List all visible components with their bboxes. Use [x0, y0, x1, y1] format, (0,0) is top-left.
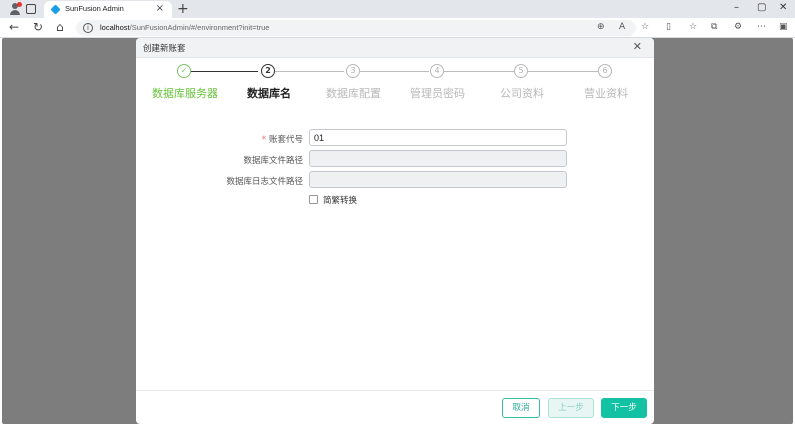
restore-button[interactable]: ▢ — [757, 2, 766, 13]
step-1-check-icon: ✓ — [177, 64, 191, 78]
step-4-label: 管理员密码 — [410, 87, 465, 100]
back-icon[interactable]: ← — [9, 20, 19, 34]
new-tab-button[interactable]: + — [177, 1, 189, 17]
step-3-label: 数据库配置 — [326, 87, 381, 100]
step-connector — [191, 70, 258, 72]
extension-icon[interactable]: ⚙ — [734, 22, 742, 32]
favorites-icon[interactable]: ☆ — [689, 22, 697, 32]
tab-title: SunFusion Admin — [65, 4, 124, 13]
dialog-header: 创建新账套 ✕ — [136, 38, 654, 58]
favorite-star-icon[interactable]: ☆ — [641, 22, 649, 32]
step-2-indicator: 2 — [261, 64, 275, 78]
step-5-indicator: 5 — [514, 64, 528, 78]
profile-icon[interactable] — [9, 2, 22, 15]
prev-step-button[interactable]: 上一步 — [548, 398, 594, 418]
account-code-label: * 账套代号 — [261, 135, 303, 145]
step-connector — [444, 70, 514, 72]
browser-toolbar: ← ↻ ⌂ i localhost/SunFusionAdmin/#/envir… — [0, 18, 795, 38]
site-info-icon[interactable]: i — [83, 23, 93, 33]
minimize-button[interactable]: – — [734, 2, 739, 13]
db-log-path-label: 数据库日志文件路径 — [226, 177, 303, 187]
browser-tab[interactable]: SunFusion Admin × — [44, 1, 172, 18]
convert-checkbox-label[interactable]: 简繁转换 — [323, 194, 357, 206]
more-menu-icon[interactable]: ⋯ — [757, 22, 766, 32]
dialog-close-button[interactable]: ✕ — [633, 40, 642, 53]
tab-actions-icon[interactable] — [26, 4, 36, 14]
db-file-path-label: 数据库文件路径 — [243, 156, 303, 166]
account-code-input[interactable] — [309, 129, 567, 146]
create-account-dialog: 创建新账套 ✕ ✓ 2 3 4 5 6 数据库服务器 数据库名 数据库配置 管理… — [136, 38, 654, 424]
refresh-icon[interactable]: ↻ — [33, 20, 43, 34]
step-connector — [528, 70, 598, 72]
step-connector — [360, 70, 429, 72]
db-log-path-input — [309, 171, 567, 188]
cancel-button[interactable]: 取消 — [502, 398, 540, 418]
collections-icon[interactable]: ⧉ — [711, 22, 717, 32]
address-bar[interactable]: i localhost/SunFusionAdmin/#/environment… — [76, 20, 636, 36]
zoom-icon[interactable]: ⊕ — [597, 22, 605, 32]
convert-checkbox[interactable] — [309, 195, 318, 204]
tab-close-button[interactable]: × — [156, 3, 164, 14]
next-step-button[interactable]: 下一步 — [601, 398, 647, 418]
step-4-indicator: 4 — [430, 64, 444, 78]
step-5-label: 公司资料 — [500, 87, 544, 100]
browser-tab-bar: SunFusion Admin × + – ▢ ✕ — [0, 0, 795, 18]
step-connector — [275, 70, 344, 72]
step-3-indicator: 3 — [346, 64, 360, 78]
site-favicon-icon — [50, 4, 61, 15]
step-6-label: 营业资料 — [584, 87, 628, 100]
step-6-indicator: 6 — [598, 64, 612, 78]
step-2-label: 数据库名 — [247, 87, 291, 100]
read-aloud-icon[interactable]: A — [619, 22, 625, 32]
db-file-path-input — [309, 150, 567, 167]
step-1-label: 数据库服务器 — [152, 87, 218, 100]
split-screen-icon[interactable]: ▯ — [666, 22, 671, 32]
sidebar-icon[interactable]: ▣ — [779, 22, 788, 32]
dialog-footer: 取消 上一步 下一步 — [136, 390, 654, 424]
home-icon[interactable]: ⌂ — [56, 20, 64, 34]
window-close-button[interactable]: ✕ — [779, 2, 787, 13]
dialog-title: 创建新账套 — [143, 44, 186, 54]
url-text: localhost/SunFusionAdmin/#/environment?i… — [100, 23, 270, 32]
